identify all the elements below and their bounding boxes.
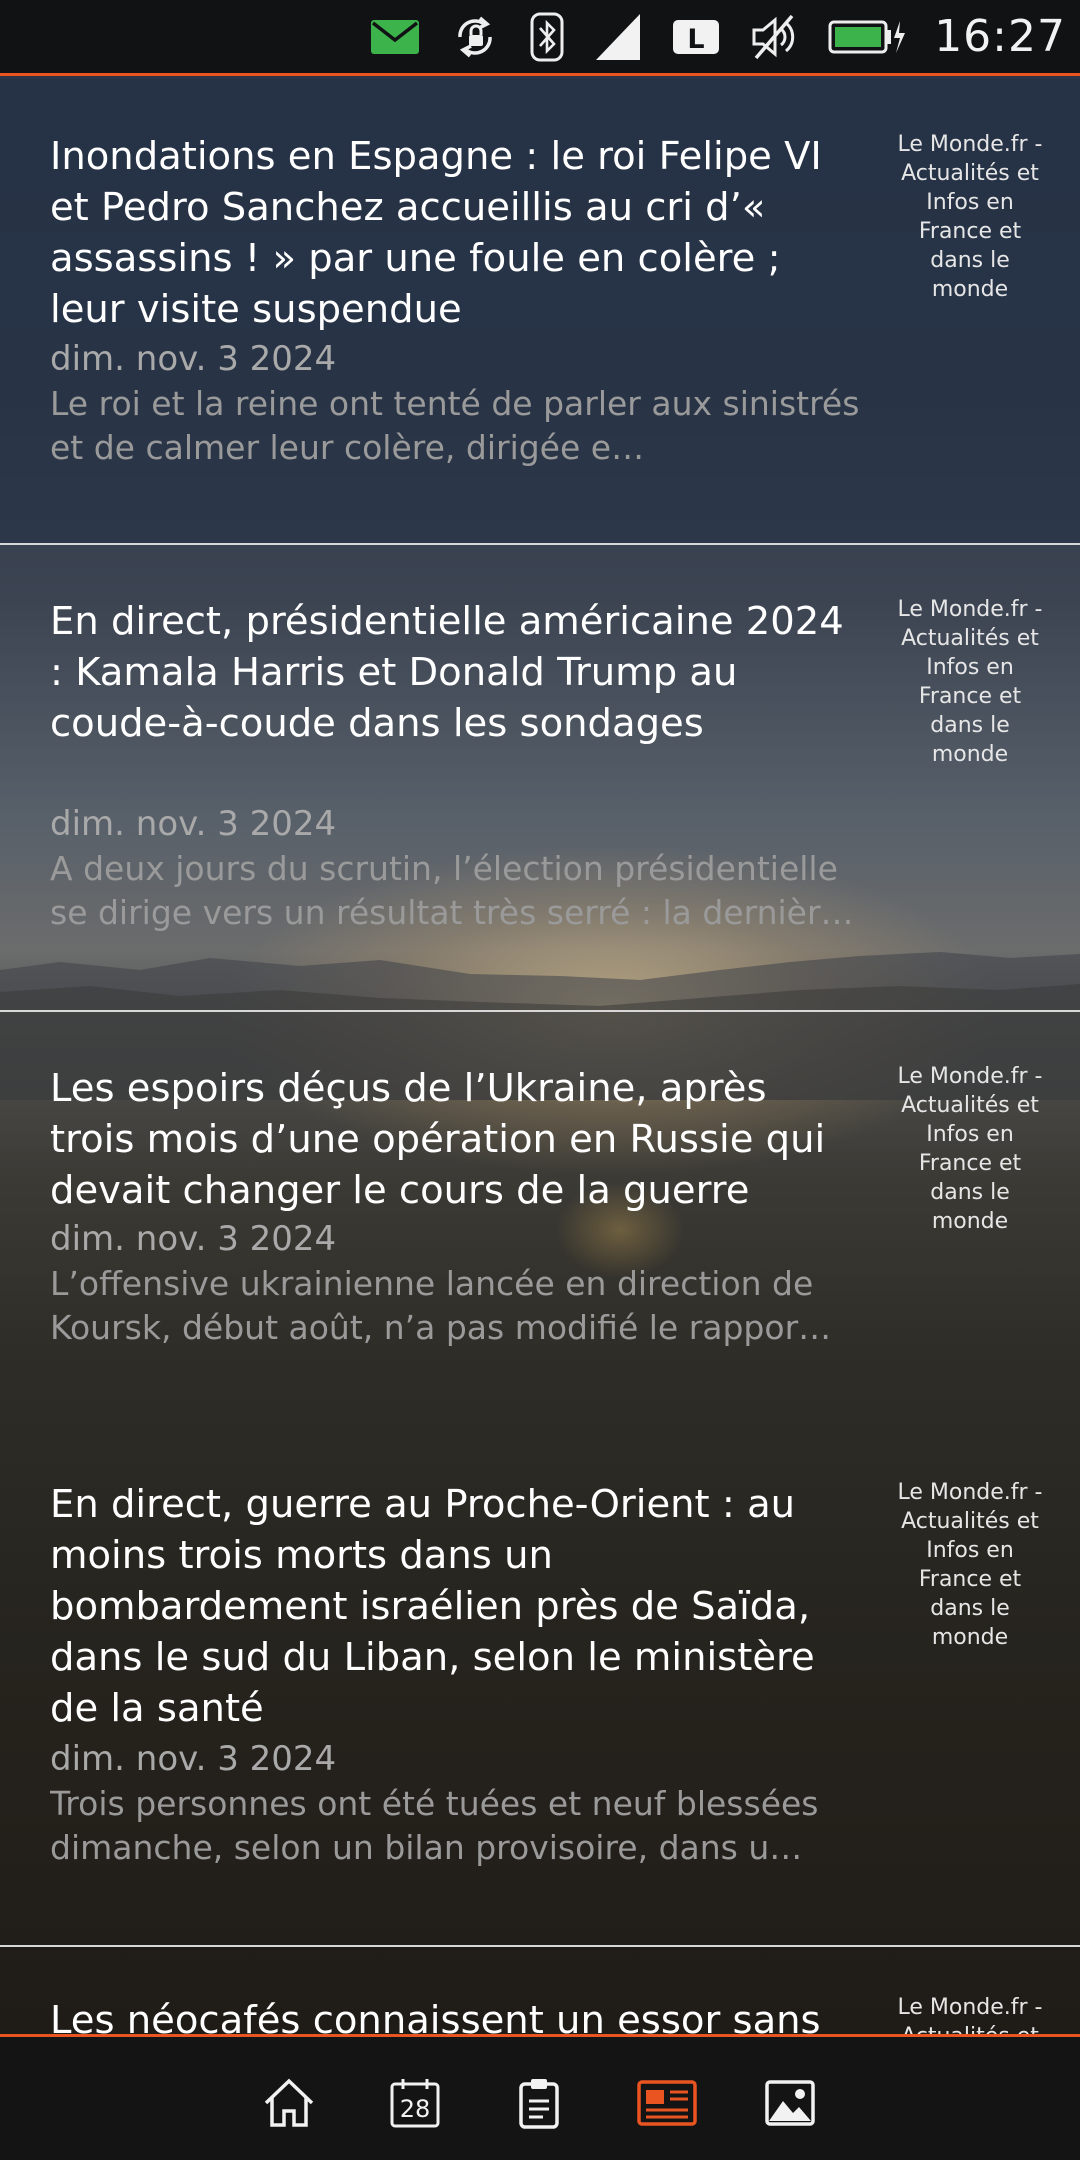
article-item[interactable]: Les espoirs déçus de l’Ukraine, après tr… xyxy=(0,1012,1080,1428)
article-source: Le Monde.fr - Actualités et Infos en Fra… xyxy=(897,597,1043,767)
article-item[interactable]: En direct, présidentielle américaine 202… xyxy=(0,545,1080,1012)
article-summary: A deux jours du scrutin, l’élection prés… xyxy=(50,849,854,932)
article-title[interactable]: Les néocafés connaissent un essor sans xyxy=(50,1995,860,2036)
signal-icon xyxy=(594,9,642,65)
battery-charging-icon xyxy=(828,9,906,65)
article-date: dim. nov. 3 2024 xyxy=(50,1219,337,1259)
bottom-navigation: 28 xyxy=(0,2034,1080,2160)
article-date: dim. nov. 3 2024 xyxy=(50,804,337,844)
article-source: Le Monde.fr - Actualités et Infos en Fra… xyxy=(897,1064,1043,1234)
gallery-icon[interactable] xyxy=(763,2077,817,2129)
article-title[interactable]: Les espoirs déçus de l’Ukraine, après tr… xyxy=(50,1063,860,1216)
article-item[interactable]: Les néocafés connaissent un essor sans L… xyxy=(0,1947,1080,2036)
article-date: dim. nov. 3 2024 xyxy=(50,339,337,379)
calendar-icon[interactable]: 28 xyxy=(388,2077,442,2129)
app-screen: L 16:27 Inondations en Espagne : le roi … xyxy=(0,0,1080,2160)
article-item[interactable]: Inondations en Espagne : le roi Felipe V… xyxy=(0,79,1080,545)
article-item[interactable]: En direct, guerre au Proche-Orient : au … xyxy=(0,1428,1080,1947)
network-type-label: L xyxy=(688,24,705,55)
news-icon[interactable] xyxy=(637,2077,697,2129)
mail-icon[interactable] xyxy=(370,9,420,65)
bluetooth-icon[interactable] xyxy=(530,9,564,65)
article-source: Le Monde.fr - Actualités et Infos en Fra… xyxy=(897,1995,1043,2036)
news-feed[interactable]: Inondations en Espagne : le roi Felipe V… xyxy=(0,79,1080,2036)
rotation-lock-icon[interactable] xyxy=(450,9,500,65)
mute-icon[interactable] xyxy=(750,9,798,65)
article-title[interactable]: En direct, guerre au Proche-Orient : au … xyxy=(50,1479,860,1734)
article-summary: Trois personnes ont été tuées et neuf bl… xyxy=(50,1784,819,1867)
article-source: Le Monde.fr - Actualités et Infos en Fra… xyxy=(897,1480,1043,1650)
clipboard-icon[interactable] xyxy=(512,2077,566,2129)
article-summary: Le roi et la reine ont tenté de parler a… xyxy=(50,384,860,467)
article-summary: L’offensive ukrainienne lancée en direct… xyxy=(50,1264,832,1347)
status-bar: L 16:27 xyxy=(0,0,1080,76)
article-title[interactable]: Inondations en Espagne : le roi Felipe V… xyxy=(50,131,860,335)
calendar-day: 28 xyxy=(400,2095,431,2123)
network-type-icon: L xyxy=(672,9,720,65)
article-source: Le Monde.fr - Actualités et Infos en Fra… xyxy=(897,132,1043,302)
article-title[interactable]: En direct, présidentielle américaine 202… xyxy=(50,596,860,749)
home-icon[interactable] xyxy=(262,2077,316,2129)
article-date: dim. nov. 3 2024 xyxy=(50,1739,337,1779)
status-clock: 16:27 xyxy=(934,11,1066,62)
